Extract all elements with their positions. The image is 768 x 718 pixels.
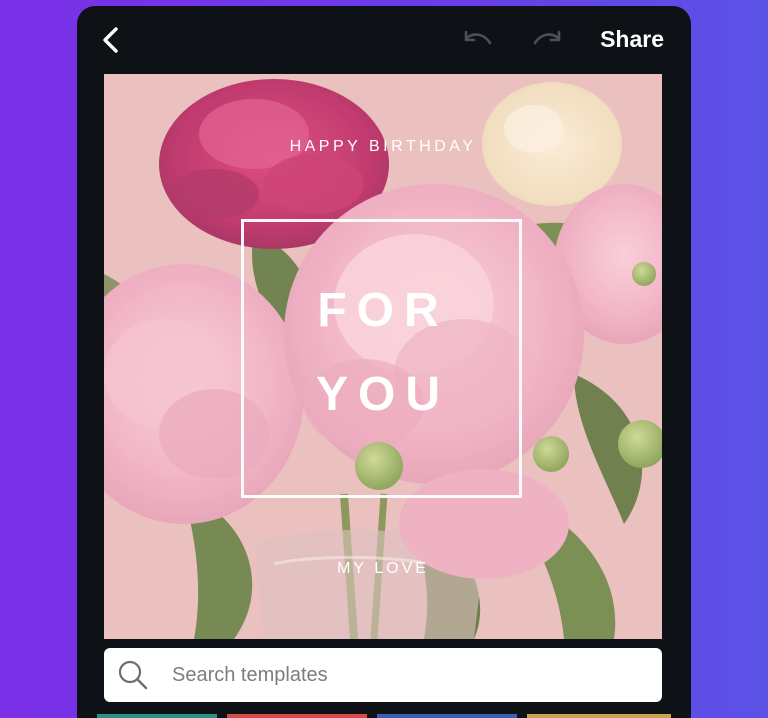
- search-icon: [116, 658, 150, 692]
- template-thumbnail-strip: [97, 714, 217, 718]
- square-frame[interactable]: [241, 219, 522, 498]
- chevron-left-icon: [103, 27, 118, 53]
- design-canvas[interactable]: HAPPY BIRTHDAY FOR YOU MY LOVE: [104, 74, 662, 639]
- redo-button[interactable]: [530, 26, 564, 54]
- search-bar[interactable]: [104, 648, 662, 702]
- template-thumbnail-strip: [377, 714, 517, 718]
- greeting-line-my-love[interactable]: MY LOVE: [104, 560, 662, 578]
- greeting-line-for[interactable]: FOR: [104, 286, 662, 336]
- share-button[interactable]: Share: [600, 23, 664, 55]
- top-bar: Share: [77, 6, 691, 72]
- template-thumbnail-strip: [527, 714, 671, 718]
- search-input[interactable]: [170, 662, 644, 688]
- template-thumbnail-strip: [227, 714, 367, 718]
- greeting-line-happy-birthday[interactable]: HAPPY BIRTHDAY: [104, 138, 662, 156]
- back-button[interactable]: [95, 24, 127, 56]
- app-window: Share HAPPY BIRTHDAY FOR YOU MY LOVE Sea…: [77, 6, 691, 718]
- undo-button[interactable]: [461, 26, 495, 54]
- undo-icon: [464, 30, 492, 45]
- greeting-line-you[interactable]: YOU: [104, 370, 662, 420]
- redo-icon: [533, 30, 561, 45]
